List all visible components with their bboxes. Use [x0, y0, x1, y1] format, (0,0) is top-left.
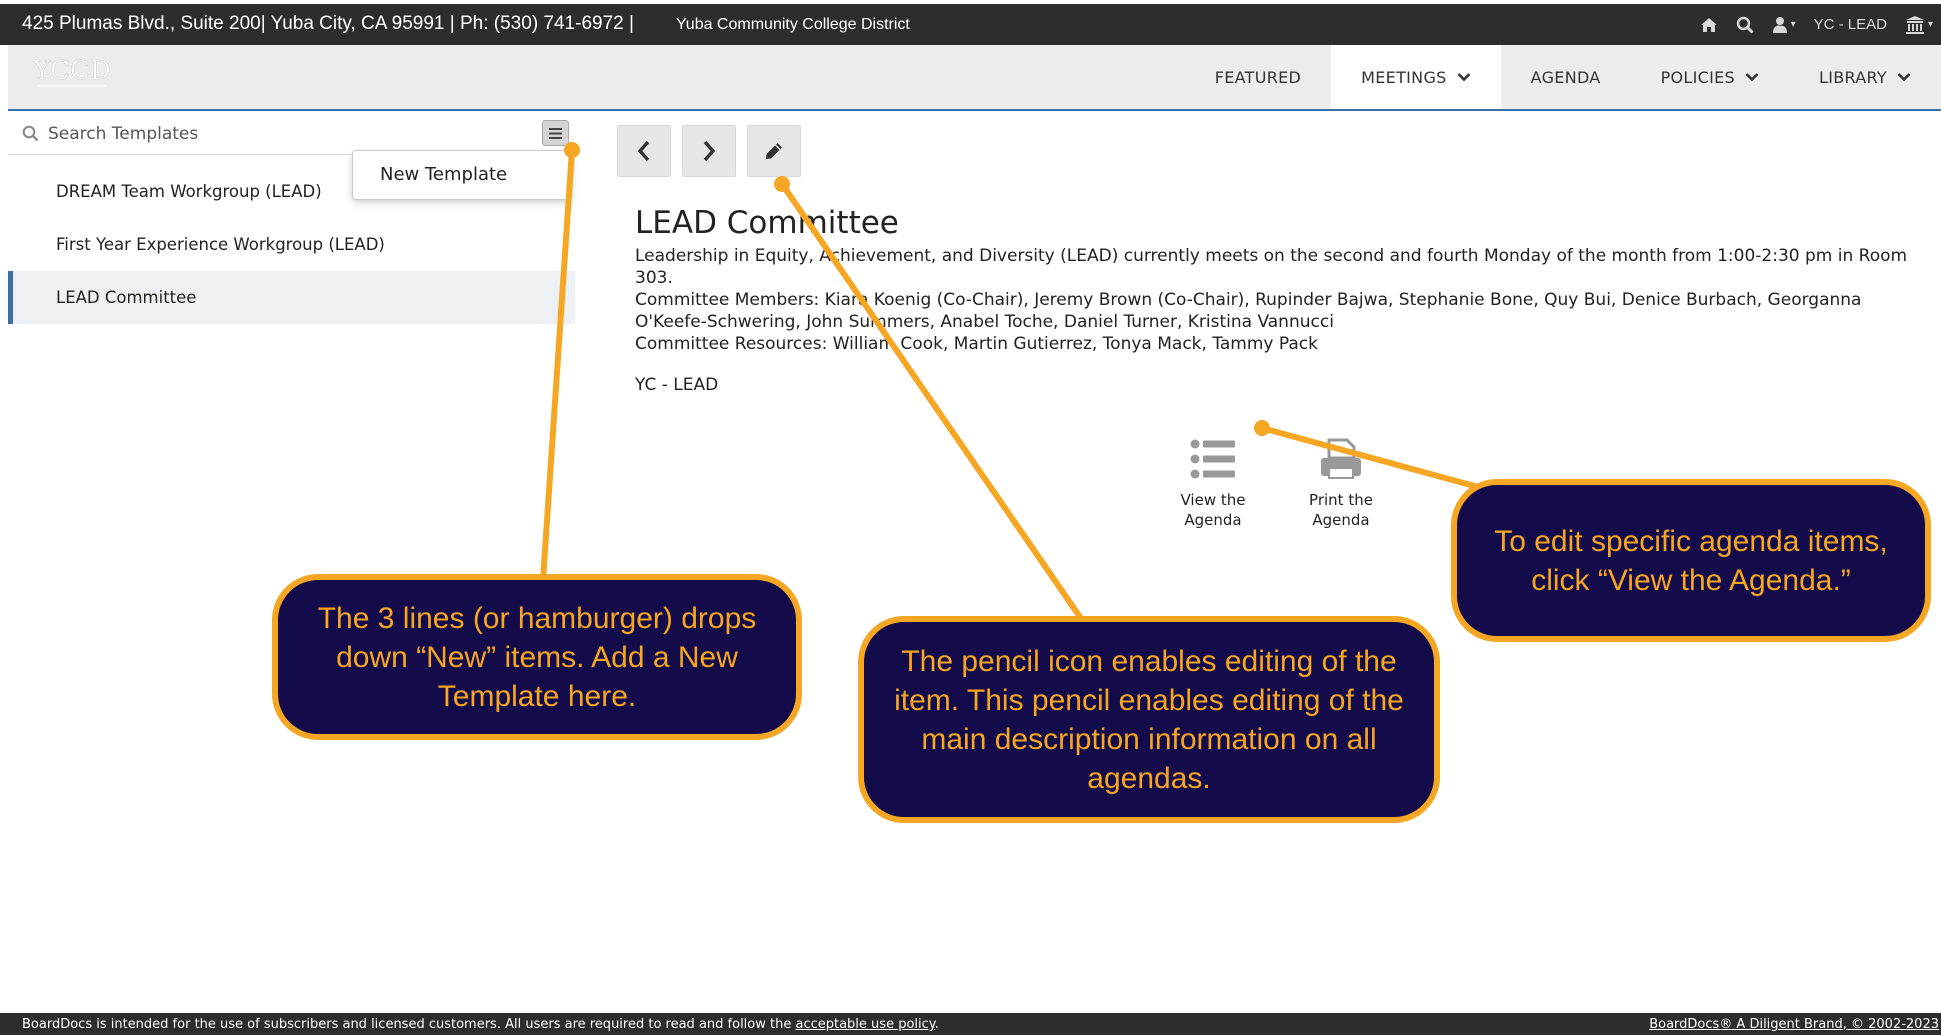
- chevron-right-icon: [703, 140, 716, 162]
- pencil-icon: [766, 143, 782, 159]
- top-address-bar: 425 Plumas Blvd., Suite 200| Yuba City, …: [0, 4, 1941, 45]
- org-menu[interactable]: ▾: [1905, 15, 1933, 35]
- nav-agenda-label: AGENDA: [1530, 67, 1601, 87]
- svg-text:YCCD: YCCD: [32, 56, 110, 86]
- nav-policies[interactable]: POLICIES: [1631, 45, 1789, 109]
- print-icon: [1321, 438, 1361, 479]
- next-button[interactable]: [682, 125, 736, 177]
- nav-library-label: LIBRARY: [1819, 67, 1887, 87]
- nav-meetings-label: MEETINGS: [1361, 67, 1447, 87]
- org-label: YC - LEAD: [1813, 16, 1887, 33]
- nav-featured[interactable]: FEATURED: [1185, 45, 1331, 109]
- home-icon[interactable]: [1700, 17, 1718, 33]
- nav-meetings[interactable]: MEETINGS: [1331, 45, 1501, 109]
- acceptable-use-policy-link[interactable]: acceptable use policy: [795, 1017, 934, 1032]
- nav-library[interactable]: LIBRARY: [1789, 45, 1941, 109]
- template-content: LEAD Committee Leadership in Equity, Ach…: [635, 203, 1925, 395]
- nav-featured-label: FEATURED: [1214, 67, 1302, 87]
- top-icons: ▾ YC - LEAD ▾: [1700, 4, 1933, 45]
- nav-agenda[interactable]: AGENDA: [1501, 45, 1631, 109]
- edit-button[interactable]: [747, 125, 801, 177]
- new-template-menu-item[interactable]: New Template: [352, 150, 572, 200]
- caret-down-icon: ▾: [1927, 19, 1933, 30]
- pencil-pointer-dot: [774, 176, 790, 192]
- search-icon[interactable]: [1736, 16, 1754, 34]
- print-agenda-label: Print the Agenda: [1309, 491, 1373, 529]
- footer-notice-period: .: [934, 1017, 939, 1032]
- previous-button[interactable]: [617, 125, 671, 177]
- pencil-callout: The pencil icon enables editing of the i…: [858, 616, 1440, 823]
- caret-down-icon: ▾: [1790, 19, 1796, 30]
- view-agenda-label: View the Agenda: [1180, 491, 1246, 529]
- chevron-down-icon: [1897, 72, 1911, 82]
- hamburger-menu-button[interactable]: [542, 120, 569, 146]
- footer-notice: BoardDocs is intended for the use of sub…: [22, 1017, 939, 1032]
- footer-notice-text: BoardDocs is intended for the use of sub…: [22, 1017, 792, 1032]
- template-search: [8, 113, 575, 155]
- yccd-logo[interactable]: YCCD: [24, 55, 120, 91]
- chevron-down-icon: [1457, 72, 1471, 82]
- footer-copyright[interactable]: BoardDocs® A Diligent Brand, © 2002-2023: [1649, 1017, 1939, 1032]
- template-title: LEAD Committee: [635, 205, 899, 241]
- template-item-lead-committee[interactable]: LEAD Committee: [8, 271, 575, 324]
- chevron-left-icon: [637, 140, 650, 162]
- search-icon: [22, 125, 39, 146]
- committee-resources-line: Committee Resources: William Cook, Marti…: [635, 334, 1318, 354]
- district-name: Yuba Community College District: [676, 16, 910, 33]
- main-nav: YCCD FEATURED MEETINGS AGENDA POLICIES L…: [8, 45, 1941, 111]
- footer: BoardDocs is intended for the use of sub…: [0, 1013, 1941, 1035]
- committee-members-line: Committee Members: Kiara Koenig (Co-Chai…: [635, 290, 1862, 332]
- district-address: 425 Plumas Blvd., Suite 200| Yuba City, …: [22, 13, 634, 34]
- view-agenda-callout: To edit specific agenda items, click “Vi…: [1451, 479, 1931, 642]
- nav-policies-label: POLICIES: [1660, 67, 1735, 87]
- template-description-line: Leadership in Equity, Achievement, and D…: [635, 246, 1908, 288]
- list-icon: [1190, 439, 1235, 479]
- search-templates-input[interactable]: [48, 121, 528, 147]
- building-icon: [1905, 15, 1924, 34]
- print-agenda-button[interactable]: Print the Agenda: [1286, 430, 1396, 530]
- view-agenda-button[interactable]: View the Agenda: [1158, 430, 1268, 530]
- template-item-first-year-experience[interactable]: First Year Experience Workgroup (LEAD): [8, 218, 575, 271]
- hamburger-callout: The 3 lines (or hamburger) drops down “N…: [272, 574, 802, 740]
- chevron-down-icon: [1745, 72, 1759, 82]
- user-icon: [1772, 17, 1787, 33]
- user-menu[interactable]: ▾: [1772, 16, 1796, 33]
- template-org-label: YC - LEAD: [635, 375, 719, 395]
- hamburger-icon: [549, 127, 562, 139]
